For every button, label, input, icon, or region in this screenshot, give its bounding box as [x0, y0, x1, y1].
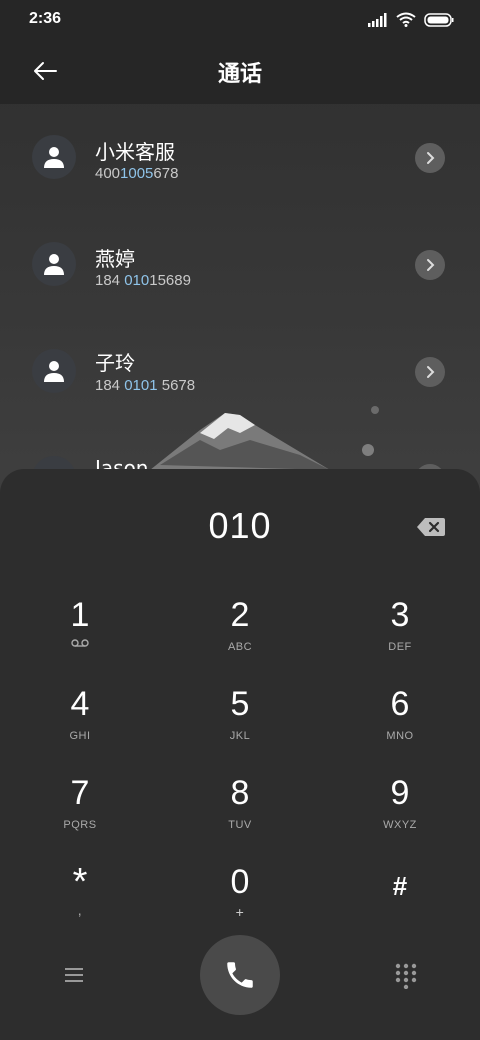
key-digit: 6 — [390, 685, 410, 723]
dialed-number: 010 — [208, 505, 272, 546]
key-letters: MNO — [386, 730, 414, 742]
contact-name: 子玲 — [95, 351, 135, 375]
status-time: 2:36 — [29, 10, 62, 27]
avatar — [32, 456, 76, 470]
avatar — [32, 242, 76, 286]
key-3[interactable]: 3 DEF — [340, 597, 460, 677]
signal-icon — [368, 12, 387, 27]
voicemail-icon — [71, 639, 89, 647]
key-digit: # — [392, 871, 408, 901]
status-bar: 2:36 — [0, 0, 480, 40]
key-digit: 1 — [70, 596, 90, 634]
key-letters: ABC — [227, 641, 253, 653]
contact-name: Jason — [95, 456, 149, 470]
key-2[interactable]: 2 ABC — [180, 597, 300, 677]
key-digit: 0 — [230, 863, 250, 901]
status-icons — [368, 12, 454, 27]
menu-icon — [65, 968, 83, 982]
contact-item[interactable]: 小米客服 4001005678 — [0, 117, 480, 197]
phone-icon — [227, 962, 253, 988]
contact-detail-button[interactable] — [415, 143, 445, 173]
battery-icon — [424, 12, 454, 27]
key-9[interactable]: 9 WXYZ — [340, 775, 460, 855]
key-letters: TUV — [228, 819, 252, 831]
contact-number: 184 01015689 — [95, 272, 191, 289]
contact-number: 184 0101 5678 — [95, 377, 196, 394]
wifi-icon — [396, 12, 416, 27]
key-7[interactable]: 7 PQRS — [20, 775, 140, 855]
contact-detail-button[interactable] — [415, 357, 445, 387]
person-icon — [44, 254, 64, 275]
key-digit: 5 — [230, 685, 250, 723]
chevron-right-icon — [427, 259, 435, 271]
person-icon — [44, 361, 64, 382]
key-letters: DEF — [388, 641, 412, 653]
key-8[interactable]: 8 TUV — [180, 775, 300, 855]
key-1[interactable]: 1 — [20, 597, 140, 677]
top-app-bar: 通话 — [0, 40, 480, 104]
person-icon — [44, 147, 64, 168]
contact-detail-button[interactable] — [415, 250, 445, 280]
key-digit: * — [72, 861, 88, 903]
avatar — [32, 135, 76, 179]
key-digit: 4 — [70, 685, 90, 723]
backspace-icon[interactable] — [416, 516, 446, 538]
key-letters: , — [77, 902, 83, 918]
key-letters: GHI — [69, 730, 91, 742]
key-letters: WXYZ — [383, 819, 417, 831]
key-letters: PQRS — [63, 819, 97, 831]
key-letters: + — [235, 904, 245, 920]
key-digit: 2 — [230, 596, 250, 634]
key-hash[interactable]: # — [340, 864, 460, 944]
chevron-right-icon — [427, 152, 435, 164]
contact-item[interactable]: 燕婷 184 01015689 — [0, 224, 480, 304]
key-digit: 8 — [230, 774, 250, 812]
contact-name: 小米客服 — [95, 140, 175, 164]
contact-item[interactable]: Jason — [0, 438, 480, 470]
avatar — [32, 349, 76, 393]
dialpad-panel: 010 1 2 ABC 3 DEF 4 GHI 5 JKL 6 MNO 7 PQ… — [0, 469, 480, 1040]
key-digit: 7 — [70, 774, 90, 812]
chevron-right-icon — [427, 366, 435, 378]
key-letters: JKL — [229, 730, 251, 742]
call-button[interactable] — [200, 935, 280, 1015]
contact-item[interactable]: 子玲 184 0101 5678 — [0, 331, 480, 411]
key-4[interactable]: 4 GHI — [20, 686, 140, 766]
key-digit: 3 — [390, 596, 410, 634]
menu-button[interactable] — [60, 963, 88, 987]
key-6[interactable]: 6 MNO — [340, 686, 460, 766]
key-digit: 9 — [390, 774, 410, 812]
contact-number: 4001005678 — [95, 165, 179, 182]
dialpad-icon[interactable] — [392, 961, 420, 989]
key-0[interactable]: 0 + — [180, 864, 300, 944]
key-5[interactable]: 5 JKL — [180, 686, 300, 766]
contact-name: 燕婷 — [95, 247, 135, 271]
key-star[interactable]: * , — [20, 861, 140, 944]
page-title: 通话 — [217, 62, 262, 87]
